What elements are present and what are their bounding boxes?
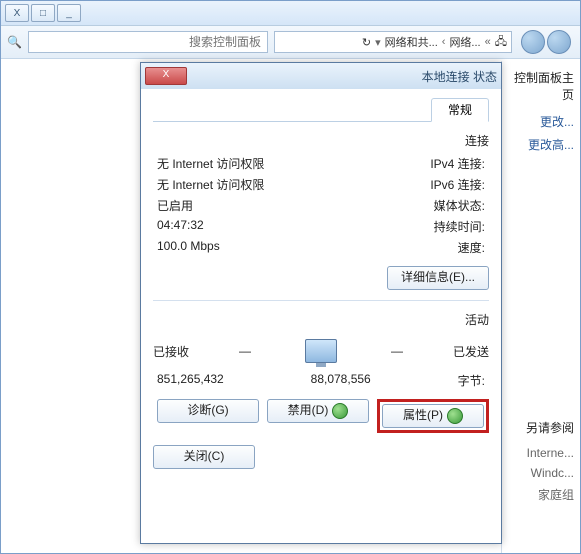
maximize-button[interactable]: □ <box>31 4 55 22</box>
search-icon: 🔍 <box>7 35 22 49</box>
details-button[interactable]: 详细信息(E)... <box>387 266 489 290</box>
dialog-title: 本地连接 状态 <box>422 68 497 85</box>
properties-button[interactable]: 属性(P) <box>382 404 484 428</box>
sidebar-link-homegroup[interactable]: 家庭组 <box>508 486 574 503</box>
globe-icon <box>447 408 463 424</box>
sidebar-link-internet[interactable]: Interne... <box>508 446 574 460</box>
toolbar: 🔍 ↻ ▾ 网络和共... ‹ 网络... « 🖧 <box>1 26 580 59</box>
chevron-left-icon: « <box>485 36 491 48</box>
section-title: 活动 <box>153 311 489 328</box>
activity-row: 已接收 — — 已发送 <box>153 334 489 368</box>
activity-section: 活动 已接收 — — 已发送 851,265,432 88,078,556 字节… <box>153 311 489 433</box>
dialog-body: 常规 连接 无 Internet 访问权限IPv4 连接: 无 Internet… <box>141 89 501 477</box>
close-button[interactable]: X <box>5 4 29 22</box>
window-controls: X □ _ <box>5 4 81 22</box>
connection-section: 连接 无 Internet 访问权限IPv4 连接: 无 Internet 访问… <box>153 132 489 290</box>
sidebar-link-advanced[interactable]: 更改高... <box>508 136 574 153</box>
diagnose-button[interactable]: 诊断(G) <box>157 399 259 423</box>
dialog-titlebar: 本地连接 状态 X <box>141 63 501 89</box>
sent-label: 已发送 <box>453 343 489 360</box>
bytes-sent: 88,078,556 <box>311 372 371 389</box>
disable-button[interactable]: 禁用(D) <box>267 399 369 423</box>
window-titlebar: X □ _ <box>1 1 580 26</box>
sidebar-link-change[interactable]: 更改... <box>508 113 574 130</box>
monitor-icon <box>301 334 341 368</box>
nav-forward-button[interactable] <box>521 30 545 54</box>
highlight-box: 属性(P) <box>377 399 489 433</box>
kv-row: 已启用媒体状态: <box>153 197 489 214</box>
sidebar-link-windows[interactable]: Windc... <box>508 466 574 480</box>
status-dialog: 本地连接 状态 X 常规 连接 无 Internet 访问权限IPv4 连接: … <box>140 62 502 544</box>
activity-dash: — <box>391 344 403 358</box>
chevron-icon: ‹ <box>442 36 446 48</box>
network-icon: 🖧 <box>495 33 507 52</box>
refresh-icon[interactable]: ↻ <box>362 36 371 49</box>
action-buttons: 诊断(G) 禁用(D) 属性(P) <box>153 399 489 433</box>
breadcrumb-seg[interactable]: 网络和共... <box>385 34 438 50</box>
search-box[interactable] <box>28 31 268 53</box>
activity-dash: — <box>239 344 251 358</box>
search-input[interactable] <box>33 34 263 50</box>
globe-icon <box>332 403 348 419</box>
kv-row: 无 Internet 访问权限IPv6 连接: <box>153 176 489 193</box>
close-button[interactable]: 关闭(C) <box>153 445 255 469</box>
kv-row: 100.0 Mbps速度: <box>153 239 489 256</box>
sidebar-see-also: 另请参阅 <box>508 419 574 436</box>
nav-history <box>518 31 574 53</box>
breadcrumb-seg[interactable]: 网络... <box>449 34 480 50</box>
divider <box>153 300 489 301</box>
dialog-close-button[interactable]: X <box>145 67 187 85</box>
tab-general[interactable]: 常规 <box>431 98 489 122</box>
address-bar[interactable]: ↻ ▾ 网络和共... ‹ 网络... « 🖧 <box>274 31 512 53</box>
right-sidebar: 控制面板主页 更改... 更改高... 另请参阅 Interne... Wind… <box>501 61 580 553</box>
bytes-row: 851,265,432 88,078,556 字节: <box>153 372 489 389</box>
tab-row: 常规 <box>153 97 489 122</box>
minimize-button[interactable]: _ <box>57 4 81 22</box>
dialog-footer: 关闭(C) <box>153 445 489 469</box>
sidebar-heading: 控制面板主页 <box>508 69 574 103</box>
bytes-recv: 851,265,432 <box>157 372 224 389</box>
received-label: 已接收 <box>153 343 189 360</box>
nav-back-button[interactable] <box>547 30 571 54</box>
bytes-label: 字节: <box>458 372 485 389</box>
kv-row: 04:47:32持续时间: <box>153 218 489 235</box>
chevron-icon: ▾ <box>375 36 381 49</box>
kv-row: 无 Internet 访问权限IPv4 连接: <box>153 155 489 172</box>
section-title: 连接 <box>153 132 489 149</box>
